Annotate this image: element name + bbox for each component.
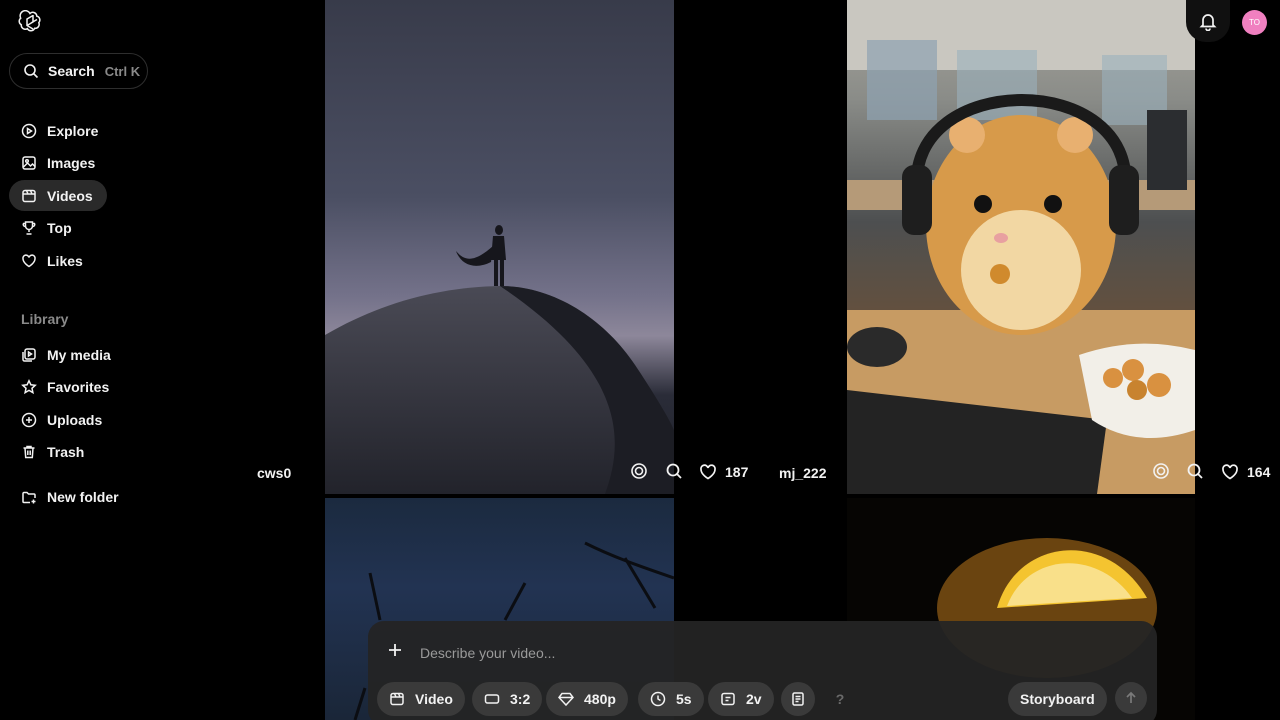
heart-icon (700, 464, 716, 480)
sidebar: Search Ctrl K Explore Images Videos Top … (0, 0, 160, 720)
aspect-ratio-selector[interactable]: 3:2 (472, 682, 543, 716)
document-icon (792, 692, 804, 706)
search-icon (24, 64, 39, 79)
avatar[interactable]: TO (1242, 10, 1267, 35)
sidebar-item-favorites[interactable]: Favorites (9, 371, 110, 402)
plus-icon[interactable] (386, 641, 404, 659)
video-icon (390, 692, 404, 706)
search-icon[interactable] (1186, 462, 1204, 480)
like-button[interactable]: 164 (1221, 463, 1270, 481)
variations-icon (721, 692, 735, 706)
sidebar-item-label: Uploads (47, 411, 103, 428)
new-folder-button[interactable]: New folder (9, 481, 139, 512)
star-icon (21, 378, 37, 394)
hamster-thumbnail (847, 0, 1195, 494)
openai-logo-icon[interactable] (18, 10, 42, 34)
remix-icon[interactable] (1152, 462, 1170, 480)
video-composer: Video 3:2 480p 5s 2v ? Storyboard (368, 621, 1157, 720)
aspect-ratio-icon (484, 694, 500, 704)
video-icon (22, 189, 36, 202)
media-icon (22, 347, 36, 362)
play-circle-icon (21, 123, 37, 138)
sidebar-item-label: Trash (47, 443, 85, 460)
duration-selector[interactable]: 5s (638, 682, 704, 716)
help-button[interactable]: ? (823, 682, 857, 716)
image-icon (22, 155, 36, 170)
submit-button[interactable] (1115, 682, 1147, 714)
presets-button[interactable] (781, 682, 815, 716)
sidebar-item-label: Videos (47, 187, 93, 204)
new-folder-label: New folder (47, 488, 119, 505)
sidebar-item-trash[interactable]: Trash (9, 436, 107, 467)
sidebar-item-likes[interactable]: Likes (9, 245, 107, 276)
sidebar-item-label: Likes (47, 252, 83, 269)
sidebar-item-label: My media (47, 346, 111, 363)
variations-label: 2v (746, 691, 762, 707)
resolution-label: 480p (584, 691, 616, 707)
prompt-input[interactable] (420, 641, 980, 665)
storyboard-label: Storyboard (1020, 691, 1095, 707)
sidebar-item-label: Explore (47, 122, 99, 139)
clock-icon (650, 691, 666, 707)
library-heading: Library (21, 311, 69, 327)
upload-icon (21, 412, 37, 427)
desert-thumbnail (325, 225, 674, 494)
storyboard-button[interactable]: Storyboard (1008, 682, 1107, 716)
sidebar-item-label: Top (47, 219, 72, 236)
sidebar-item-explore[interactable]: Explore (9, 115, 107, 146)
diamond-icon (558, 692, 574, 707)
sidebar-item-videos[interactable]: Videos (9, 180, 107, 211)
remix-icon[interactable] (630, 462, 648, 480)
card-username[interactable]: mj_222 (779, 465, 826, 481)
video-card-desert[interactable] (325, 0, 674, 494)
like-count: 187 (725, 464, 749, 480)
arrow-up-icon (1126, 691, 1136, 703)
sidebar-item-label: Favorites (47, 378, 110, 395)
video-card-hamster[interactable] (847, 0, 1195, 494)
heart-icon (22, 253, 36, 267)
search-icon[interactable] (665, 462, 683, 480)
search-label: Search (48, 63, 95, 79)
folder-plus-icon (22, 491, 36, 503)
search-button[interactable]: Search Ctrl K (9, 53, 148, 89)
sidebar-item-top[interactable]: Top (9, 212, 107, 243)
sidebar-item-my-media[interactable]: My media (9, 339, 111, 370)
like-button[interactable]: 187 (699, 463, 748, 481)
search-shortcut: Ctrl K (104, 63, 141, 79)
notifications-button[interactable] (1186, 0, 1230, 42)
aspect-ratio-label: 3:2 (510, 691, 531, 707)
sidebar-item-label: Images (47, 154, 96, 171)
help-label: ? (835, 691, 845, 707)
sidebar-item-images[interactable]: Images (9, 147, 107, 178)
sidebar-item-uploads[interactable]: Uploads (9, 404, 107, 435)
trophy-icon (22, 220, 36, 235)
duration-label: 5s (676, 691, 692, 707)
like-count: 164 (1247, 464, 1271, 480)
resolution-selector[interactable]: 480p (546, 682, 628, 716)
bell-icon (1199, 14, 1217, 31)
heart-icon (1222, 464, 1238, 480)
trash-icon (23, 445, 35, 458)
type-label: Video (415, 691, 453, 707)
type-selector[interactable]: Video (377, 682, 465, 716)
card-username[interactable]: cws0 (257, 465, 291, 481)
variations-selector[interactable]: 2v (708, 682, 774, 716)
